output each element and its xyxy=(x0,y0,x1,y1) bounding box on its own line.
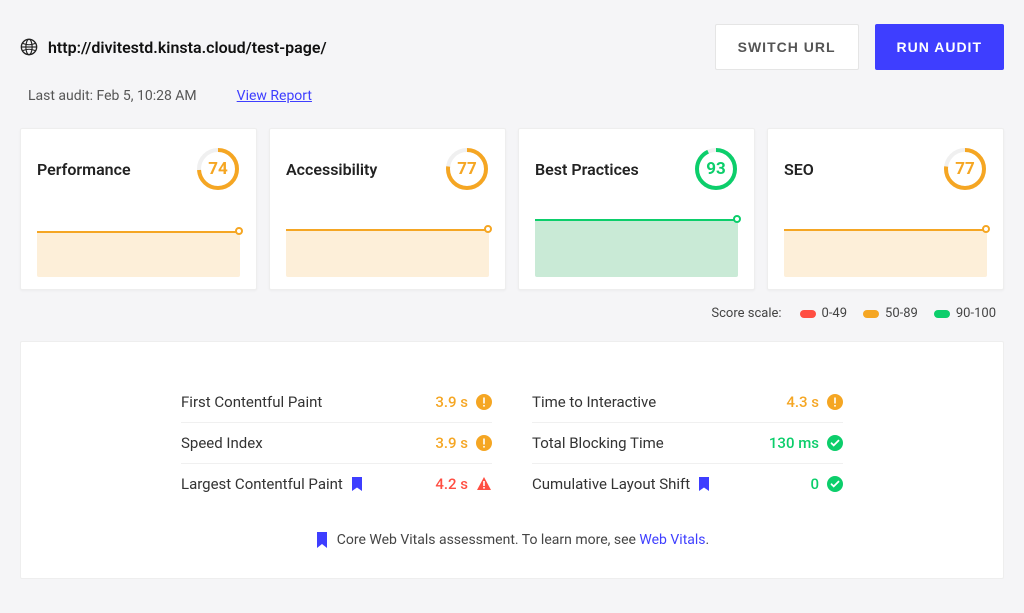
metric-row: Largest Contentful Paint 4.2 s xyxy=(181,464,492,504)
metrics-panel: First Contentful Paint 3.9 s Time to Int… xyxy=(20,341,1004,579)
score-card-accessibility[interactable]: Accessibility 77 xyxy=(269,128,506,290)
score-value: 93 xyxy=(706,159,726,179)
legend-label: Score scale: xyxy=(711,306,781,321)
metric-row: Cumulative Layout Shift 0 xyxy=(532,464,843,504)
bookmark-icon xyxy=(698,477,710,491)
metric-label: Cumulative Layout Shift xyxy=(532,475,710,493)
warn-icon xyxy=(476,435,492,451)
score-card-seo[interactable]: SEO 77 xyxy=(767,128,1004,290)
pass-icon xyxy=(827,476,843,492)
run-audit-button[interactable]: RUN AUDIT xyxy=(875,24,1004,70)
score-sparkline xyxy=(535,215,738,277)
cwv-footnote: Core Web Vitals assessment. To learn mor… xyxy=(181,532,843,548)
score-label: SEO xyxy=(784,160,814,179)
metric-row: Time to Interactive 4.3 s xyxy=(532,382,843,423)
score-ring: 93 xyxy=(694,147,738,191)
metric-value: 4.2 s xyxy=(435,475,468,493)
score-card-best practices[interactable]: Best Practices 93 xyxy=(518,128,755,290)
metric-value: 0 xyxy=(810,475,819,493)
last-audit-text: Last audit: Feb 5, 10:28 AM xyxy=(28,88,197,104)
metric-label: First Contentful Paint xyxy=(181,393,322,411)
legend-item: 0-49 xyxy=(800,306,848,321)
metric-value: 3.9 s xyxy=(435,393,468,411)
metric-row: First Contentful Paint 3.9 s xyxy=(181,382,492,423)
view-report-link[interactable]: View Report xyxy=(237,88,312,104)
metric-label: Total Blocking Time xyxy=(532,434,664,452)
subheader: Last audit: Feb 5, 10:28 AM View Report xyxy=(20,88,1004,104)
score-cards: Performance 74 Accessibility xyxy=(20,128,1004,290)
globe-icon xyxy=(20,38,38,56)
score-sparkline xyxy=(286,215,489,277)
legend-item: 50-89 xyxy=(863,306,918,321)
warn-icon xyxy=(476,394,492,410)
pass-icon xyxy=(827,435,843,451)
score-value: 77 xyxy=(457,159,477,179)
score-value: 74 xyxy=(208,159,228,179)
metric-row: Total Blocking Time 130 ms xyxy=(532,423,843,464)
header: http://divitestd.kinsta.cloud/test-page/… xyxy=(20,24,1004,70)
score-card-performance[interactable]: Performance 74 xyxy=(20,128,257,290)
metric-label: Time to Interactive xyxy=(532,393,656,411)
metric-value: 3.9 s xyxy=(435,434,468,452)
score-ring: 77 xyxy=(943,147,987,191)
score-value: 77 xyxy=(955,159,975,179)
score-label: Accessibility xyxy=(286,160,377,179)
header-actions: SWITCH URL RUN AUDIT xyxy=(715,24,1004,70)
web-vitals-link[interactable]: Web Vitals xyxy=(639,532,705,548)
fail-icon xyxy=(476,476,492,492)
metric-row: Speed Index 3.9 s xyxy=(181,423,492,464)
score-ring: 74 xyxy=(196,147,240,191)
legend-item: 90-100 xyxy=(934,306,996,321)
score-label: Performance xyxy=(37,160,131,179)
warn-icon xyxy=(827,394,843,410)
score-label: Best Practices xyxy=(535,160,639,179)
page-url: http://divitestd.kinsta.cloud/test-page/ xyxy=(48,38,327,57)
footnote-text: Core Web Vitals assessment. To learn mor… xyxy=(337,532,640,548)
score-sparkline xyxy=(37,215,240,277)
score-sparkline xyxy=(784,215,987,277)
score-ring: 77 xyxy=(445,147,489,191)
metric-label: Largest Contentful Paint xyxy=(181,475,363,493)
bookmark-icon xyxy=(351,477,363,491)
footnote-after: . xyxy=(706,532,710,548)
metric-value: 130 ms xyxy=(769,434,819,452)
score-scale-legend: Score scale: 0-49 50-89 90-100 xyxy=(20,306,1004,321)
switch-url-button[interactable]: SWITCH URL xyxy=(715,24,859,70)
bookmark-icon xyxy=(315,532,329,548)
url-display: http://divitestd.kinsta.cloud/test-page/ xyxy=(20,38,327,57)
metric-value: 4.3 s xyxy=(786,393,819,411)
metric-label: Speed Index xyxy=(181,434,263,452)
